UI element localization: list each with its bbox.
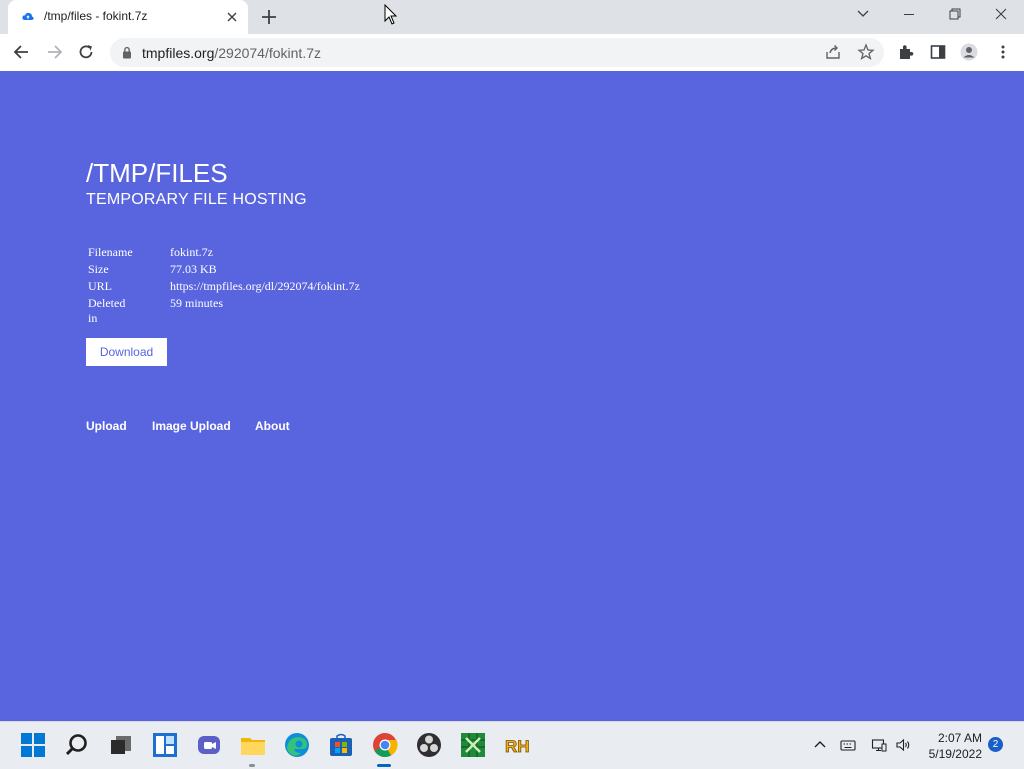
- browser-toolbar: tmpfiles.org/292074/fokint.7z: [0, 34, 1024, 72]
- mouse-cursor-icon: [384, 4, 398, 25]
- info-value: 59 minutes: [170, 296, 223, 310]
- url-text: tmpfiles.org/292074/fokint.7z: [142, 45, 321, 61]
- system-clock[interactable]: 2:07 AM 5/19/2022: [920, 730, 982, 762]
- active-app-indicator: [377, 764, 391, 767]
- info-label: Size: [88, 262, 109, 276]
- address-bar[interactable]: tmpfiles.org/292074/fokint.7z: [110, 38, 884, 67]
- info-value: fokint.7z: [170, 245, 213, 259]
- cloud-upload-icon: [22, 12, 34, 20]
- file-explorer-icon[interactable]: [240, 732, 266, 758]
- back-icon[interactable]: [12, 42, 32, 62]
- widgets-icon[interactable]: [152, 732, 178, 758]
- task-view-icon[interactable]: [108, 732, 134, 758]
- download-button[interactable]: Download: [86, 338, 167, 366]
- bookmark-star-icon[interactable]: [857, 43, 875, 61]
- tab-title: /tmp/files - fokint.7z: [44, 9, 148, 23]
- volume-icon[interactable]: [895, 737, 911, 753]
- info-label: Filename: [88, 245, 133, 259]
- browser-tab[interactable]: /tmp/files - fokint.7z: [8, 0, 248, 34]
- svg-text:RH: RH: [505, 737, 530, 756]
- image-upload-link[interactable]: Image Upload: [152, 419, 231, 433]
- restore-icon[interactable]: [932, 0, 978, 30]
- info-label: Deleted in: [88, 296, 126, 325]
- info-value: 77.03 KB: [170, 262, 217, 276]
- edge-icon[interactable]: [284, 732, 310, 758]
- spreadsheet-app-icon[interactable]: [460, 732, 486, 758]
- page-content: /TMP/FILES TEMPORARY FILE HOSTING Filena…: [0, 71, 1024, 721]
- info-label: URL: [88, 279, 112, 293]
- tab-strip: /tmp/files - fokint.7z: [0, 0, 1024, 34]
- windows-taskbar: RH 2:07 AM 5/19/2022 2: [0, 721, 1024, 769]
- side-panel-icon[interactable]: [929, 43, 947, 61]
- reload-icon[interactable]: [76, 42, 96, 62]
- share-icon[interactable]: [824, 43, 842, 61]
- extensions-icon[interactable]: [897, 43, 915, 61]
- file-url-text[interactable]: https://tmpfiles.org/dl/292074/fokint.7z: [170, 279, 360, 294]
- site-subtitle: TEMPORARY FILE HOSTING: [86, 191, 307, 208]
- keyboard-icon[interactable]: [840, 737, 856, 753]
- forward-icon[interactable]: [44, 42, 64, 62]
- lock-icon[interactable]: [122, 46, 132, 59]
- obs-icon[interactable]: [416, 732, 442, 758]
- new-tab-icon[interactable]: [260, 8, 278, 26]
- running-indicator: [249, 764, 255, 767]
- minimize-icon[interactable]: [886, 0, 932, 30]
- rh-app-icon[interactable]: RH: [504, 732, 530, 758]
- chrome-icon[interactable]: [372, 732, 398, 758]
- teams-chat-icon[interactable]: [196, 732, 222, 758]
- menu-kebab-icon[interactable]: [994, 43, 1012, 61]
- search-icon[interactable]: [64, 732, 90, 758]
- upload-link[interactable]: Upload: [86, 419, 127, 433]
- about-link[interactable]: About: [255, 419, 290, 433]
- chevron-up-icon[interactable]: [812, 737, 828, 753]
- clock-time: 2:07 AM: [937, 731, 982, 745]
- clock-date: 5/19/2022: [928, 747, 982, 761]
- close-window-icon[interactable]: [978, 0, 1024, 30]
- profile-avatar-icon[interactable]: [960, 43, 978, 61]
- notification-badge[interactable]: 2: [988, 737, 1003, 752]
- tab-search-icon[interactable]: [840, 0, 886, 30]
- store-icon[interactable]: [328, 732, 354, 758]
- close-tab-icon[interactable]: [224, 9, 240, 25]
- windows-start-icon[interactable]: [20, 732, 46, 758]
- site-title: /TMP/FILES: [86, 158, 228, 188]
- network-icon[interactable]: [871, 737, 887, 753]
